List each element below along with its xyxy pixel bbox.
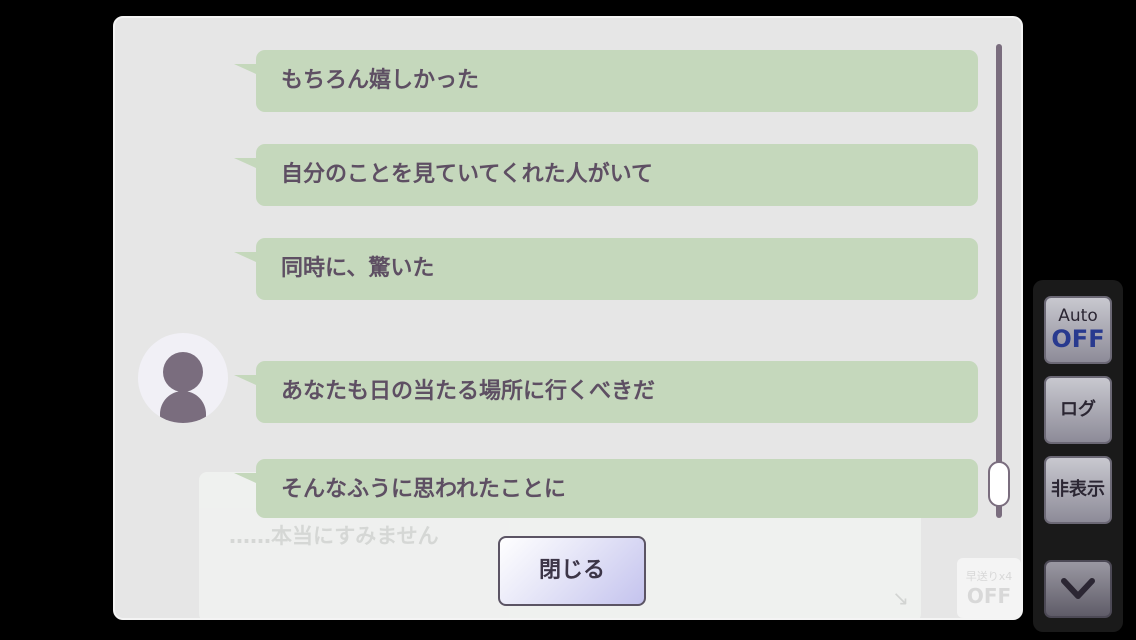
log-scrollbar[interactable]: [996, 44, 1002, 518]
auto-button[interactable]: Auto OFF: [1044, 296, 1112, 364]
log-window: ……本当にすみません ↘ もちろん嬉しかった 自分のことを見ていてくれた人がいて…: [113, 16, 1023, 620]
log-message: あなたも日の当たる場所に行くべきだ: [234, 361, 978, 423]
skip-label: 早送りx4: [965, 570, 1013, 583]
hide-ui-button[interactable]: 非表示: [1044, 456, 1112, 524]
side-menu: Auto OFF ログ 非表示: [1033, 280, 1123, 632]
skip-state: OFF: [966, 584, 1012, 608]
background-dialog-text: ……本当にすみません: [229, 524, 439, 548]
log-message: もちろん嬉しかった: [234, 50, 978, 112]
next-arrow-icon: ↘: [892, 586, 909, 610]
speaker-avatar-icon: [138, 333, 228, 423]
log-message: 自分のことを見ていてくれた人がいて: [234, 144, 978, 206]
log-button[interactable]: ログ: [1044, 376, 1112, 444]
background-skip-button: 早送りx4 OFF: [957, 558, 1021, 618]
log-message: 同時に、驚いた: [234, 238, 978, 300]
log-scrollbar-thumb[interactable]: [988, 461, 1010, 507]
close-log-button[interactable]: 閉じる: [498, 536, 646, 606]
chevron-down-icon: [1061, 578, 1095, 599]
log-message: そんなふうに思われたことに: [234, 459, 978, 518]
menu-toggle-button[interactable]: [1044, 560, 1112, 618]
auto-state: OFF: [1051, 325, 1105, 353]
auto-label: Auto: [1058, 306, 1098, 326]
